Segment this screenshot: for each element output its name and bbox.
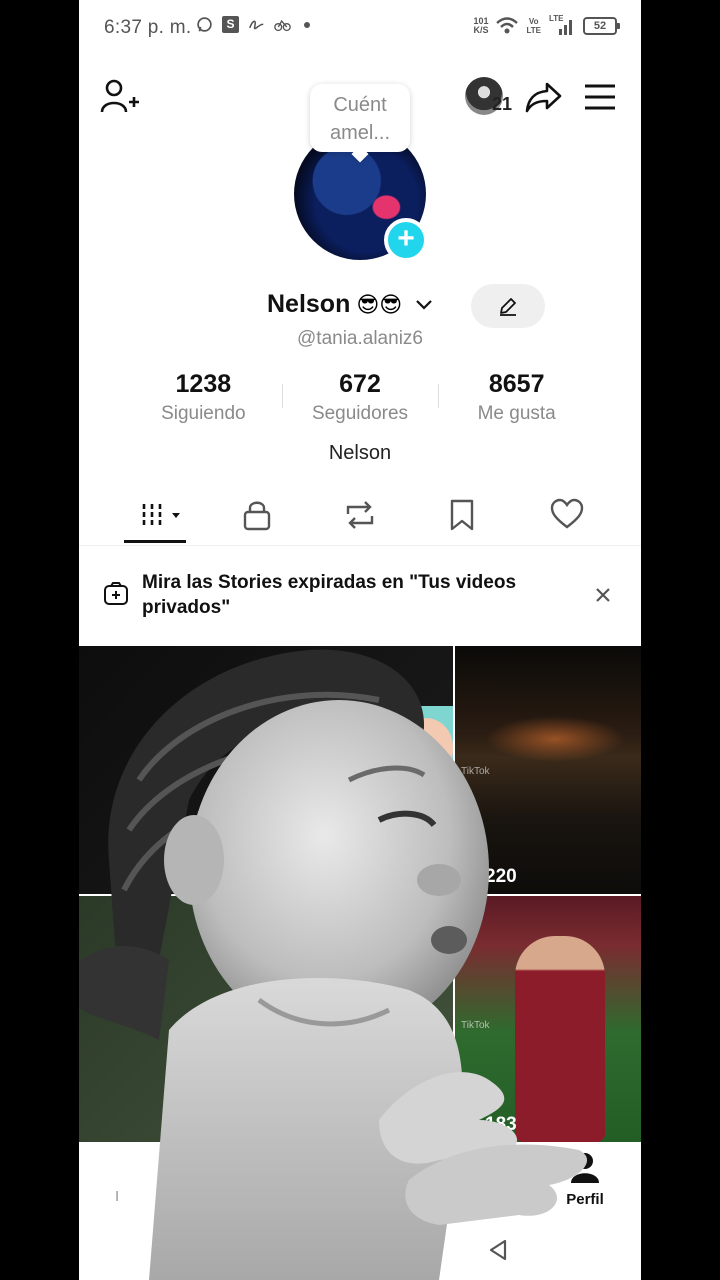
video-thumbnail[interactable]: TikTok 183	[455, 896, 641, 1142]
profile-icon	[571, 1153, 599, 1183]
notification-icons: S	[196, 16, 310, 33]
bicycle-app-icon	[274, 19, 291, 32]
stat-followers-value: 672	[339, 370, 381, 398]
stat-following[interactable]: 1238 Siguiendo	[125, 370, 282, 426]
system-status: 101 K/S Vo LTE LTE 52	[473, 14, 620, 36]
tab-favorites[interactable]	[439, 494, 489, 538]
tab-liked[interactable]	[541, 494, 591, 538]
repost-icon	[346, 501, 374, 529]
video-thumbnail[interactable]	[79, 646, 453, 894]
pencil-icon	[500, 298, 516, 316]
wifi-icon	[496, 17, 519, 34]
inbox-badge	[481, 1146, 503, 1156]
stat-following-value: 1238	[175, 370, 232, 398]
play-icon	[463, 1116, 479, 1134]
add-story-plus-icon[interactable]: +	[384, 218, 428, 262]
expired-stories-banner[interactable]: Mira las Stories expiradas en "Tus video…	[79, 546, 641, 646]
cartoon-face-art	[399, 718, 453, 776]
menu-icon[interactable]	[584, 82, 616, 112]
view-count-value: 220	[485, 866, 517, 887]
net-speed: 101 K/S	[473, 17, 488, 35]
banner-text: Mira las Stories expiradas en "Tus video…	[142, 572, 517, 618]
profile-bio: Nelson	[328, 442, 392, 464]
tab-videos[interactable]	[131, 494, 181, 538]
bottom-navigation: I Perfil	[79, 1142, 641, 1230]
video-thumbnail[interactable]: TikTok 220	[455, 646, 641, 894]
whatsapp-icon	[197, 17, 212, 32]
grid-bars-icon	[142, 504, 180, 526]
bookmark-icon	[450, 499, 474, 531]
stat-following-label: Siguiendo	[161, 403, 246, 424]
view-count-value: 183	[485, 1114, 517, 1135]
name-emojis: 😎😎	[356, 291, 403, 317]
play-icon	[463, 868, 479, 886]
video-grid: TikTok 220 TikTok 183	[79, 646, 641, 1142]
edit-profile-button[interactable]	[471, 284, 545, 328]
net-speed-unit: K/S	[473, 25, 489, 35]
story-add-icon	[104, 582, 128, 605]
content-tabs	[79, 490, 641, 546]
bubble-line-1: Cuént	[333, 94, 387, 116]
chevron-down-icon[interactable]	[414, 295, 434, 315]
username: @tania.alaniz6	[297, 328, 423, 349]
more-notifications-dot	[304, 21, 310, 28]
volte-bottom: LTE	[526, 26, 541, 35]
profile-stats: 1238 Siguiendo 672 Seguidores 8657 Me gu…	[125, 370, 595, 426]
close-icon[interactable]	[592, 584, 614, 606]
add-friend-icon[interactable]	[99, 78, 139, 116]
nav-home-label[interactable]: I	[115, 1188, 119, 1205]
lock-icon	[243, 501, 271, 531]
nav-profile[interactable]: Perfil	[559, 1152, 611, 1212]
tiktok-watermark: TikTok	[461, 1020, 490, 1031]
profile-screen: 6:37 p. m. S 101 K/S Vo LTE LTE 52 Cuént…	[79, 0, 641, 1280]
player-art	[515, 936, 605, 1142]
stat-likes[interactable]: 8657 Me gusta	[438, 370, 595, 426]
active-tab-indicator	[124, 540, 186, 543]
stat-followers[interactable]: 672 Seguidores	[281, 370, 439, 426]
nav-profile-label: Perfil	[566, 1191, 604, 1208]
video-thumbnail[interactable]	[79, 896, 453, 1142]
volte-top: Vo	[528, 17, 539, 26]
system-navigation-bar	[79, 1230, 641, 1280]
stat-likes-value: 8657	[488, 370, 545, 398]
tab-private[interactable]	[233, 494, 283, 538]
s-app-icon: S	[222, 16, 239, 33]
view-count: 183	[463, 1114, 517, 1136]
display-name: Nelson	[267, 290, 351, 318]
battery-icon: 52	[583, 17, 620, 35]
stat-followers-label: Seguidores	[311, 403, 409, 424]
status-time: 6:37 p. m.	[104, 17, 192, 38]
bus-light-art	[485, 716, 625, 762]
view-count: 220	[463, 866, 517, 888]
share-icon[interactable]	[525, 78, 563, 116]
story-prompt-bubble[interactable]: Cuént amel...	[310, 84, 410, 152]
display-name-row[interactable]: Nelson 😎😎	[267, 290, 434, 319]
bubble-line-2: amel...	[329, 122, 391, 144]
stat-likes-label: Me gusta	[477, 403, 556, 424]
signal-icon: LTE	[549, 14, 575, 36]
tiktok-watermark: TikTok	[461, 766, 490, 777]
visitor-count: 21	[492, 94, 513, 114]
signature-app-icon	[248, 20, 264, 30]
status-bar: 6:37 p. m. S 101 K/S Vo LTE LTE 52	[79, 0, 641, 58]
heart-icon	[550, 498, 584, 529]
tab-reposts[interactable]	[334, 494, 384, 538]
volte-indicator: Vo LTE	[526, 17, 541, 35]
back-icon[interactable]	[487, 1238, 509, 1262]
